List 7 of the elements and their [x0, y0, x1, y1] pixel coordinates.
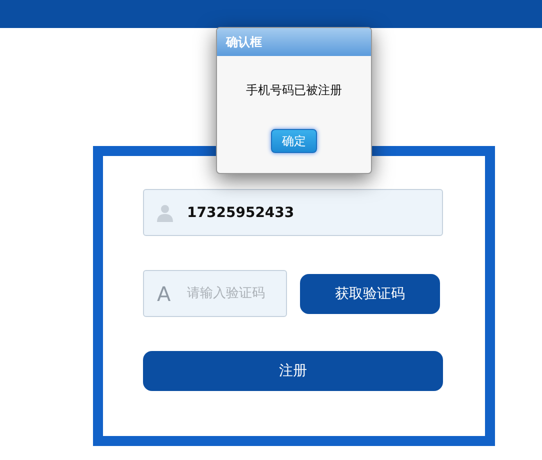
dialog-message: 手机号码已被注册 — [245, 82, 343, 99]
phone-field[interactable]: 17325952433 — [143, 189, 443, 236]
register-button[interactable]: 注册 — [143, 351, 443, 391]
code-icon: A — [157, 282, 171, 306]
dialog-title: 确认框 — [217, 28, 371, 56]
get-code-button[interactable]: 获取验证码 — [300, 274, 440, 314]
user-icon — [157, 204, 173, 222]
